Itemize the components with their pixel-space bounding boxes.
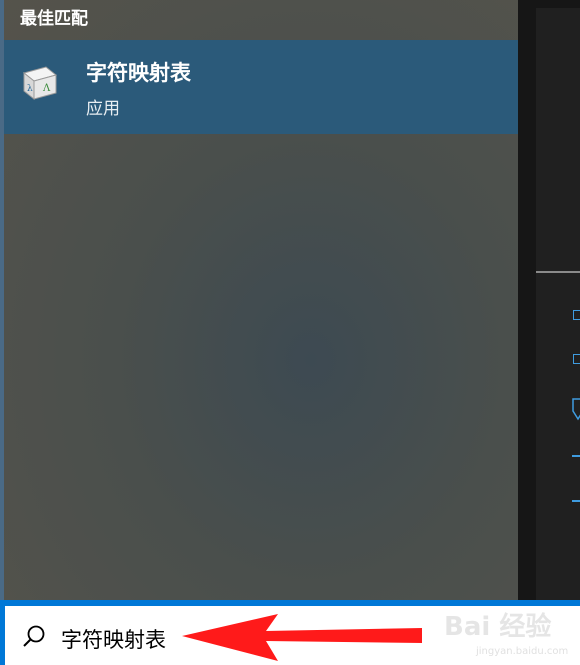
svg-text:λ: λ [27,84,33,94]
open-icon[interactable] [573,310,580,320]
preview-pane [518,0,580,600]
search-query-text: 字符映射表 [61,628,166,652]
run-as-admin-icon[interactable] [573,354,580,364]
best-match-result[interactable]: λ Λ 字符映射表 应用 [4,40,518,134]
start-search-panel: 最佳匹配 λ Λ 字符映射表 应用 [0,0,518,600]
result-app-name: 字符映射表 [86,61,191,85]
search-input[interactable]: 字符映射表 [5,606,580,665]
best-match-heading: 最佳匹配 [20,9,88,29]
preview-divider [536,271,580,273]
pin-to-taskbar-icon[interactable] [572,500,580,502]
preview-pane-inner [536,8,580,600]
taskbar-search-bar: 字符映射表 [0,600,580,665]
pin-to-start-icon[interactable] [572,455,580,457]
shield-icon[interactable] [572,397,580,421]
result-app-type: 应用 [86,99,120,119]
search-icon [23,625,45,647]
svg-text:Λ: Λ [42,83,51,94]
character-map-icon: λ Λ [22,66,58,101]
